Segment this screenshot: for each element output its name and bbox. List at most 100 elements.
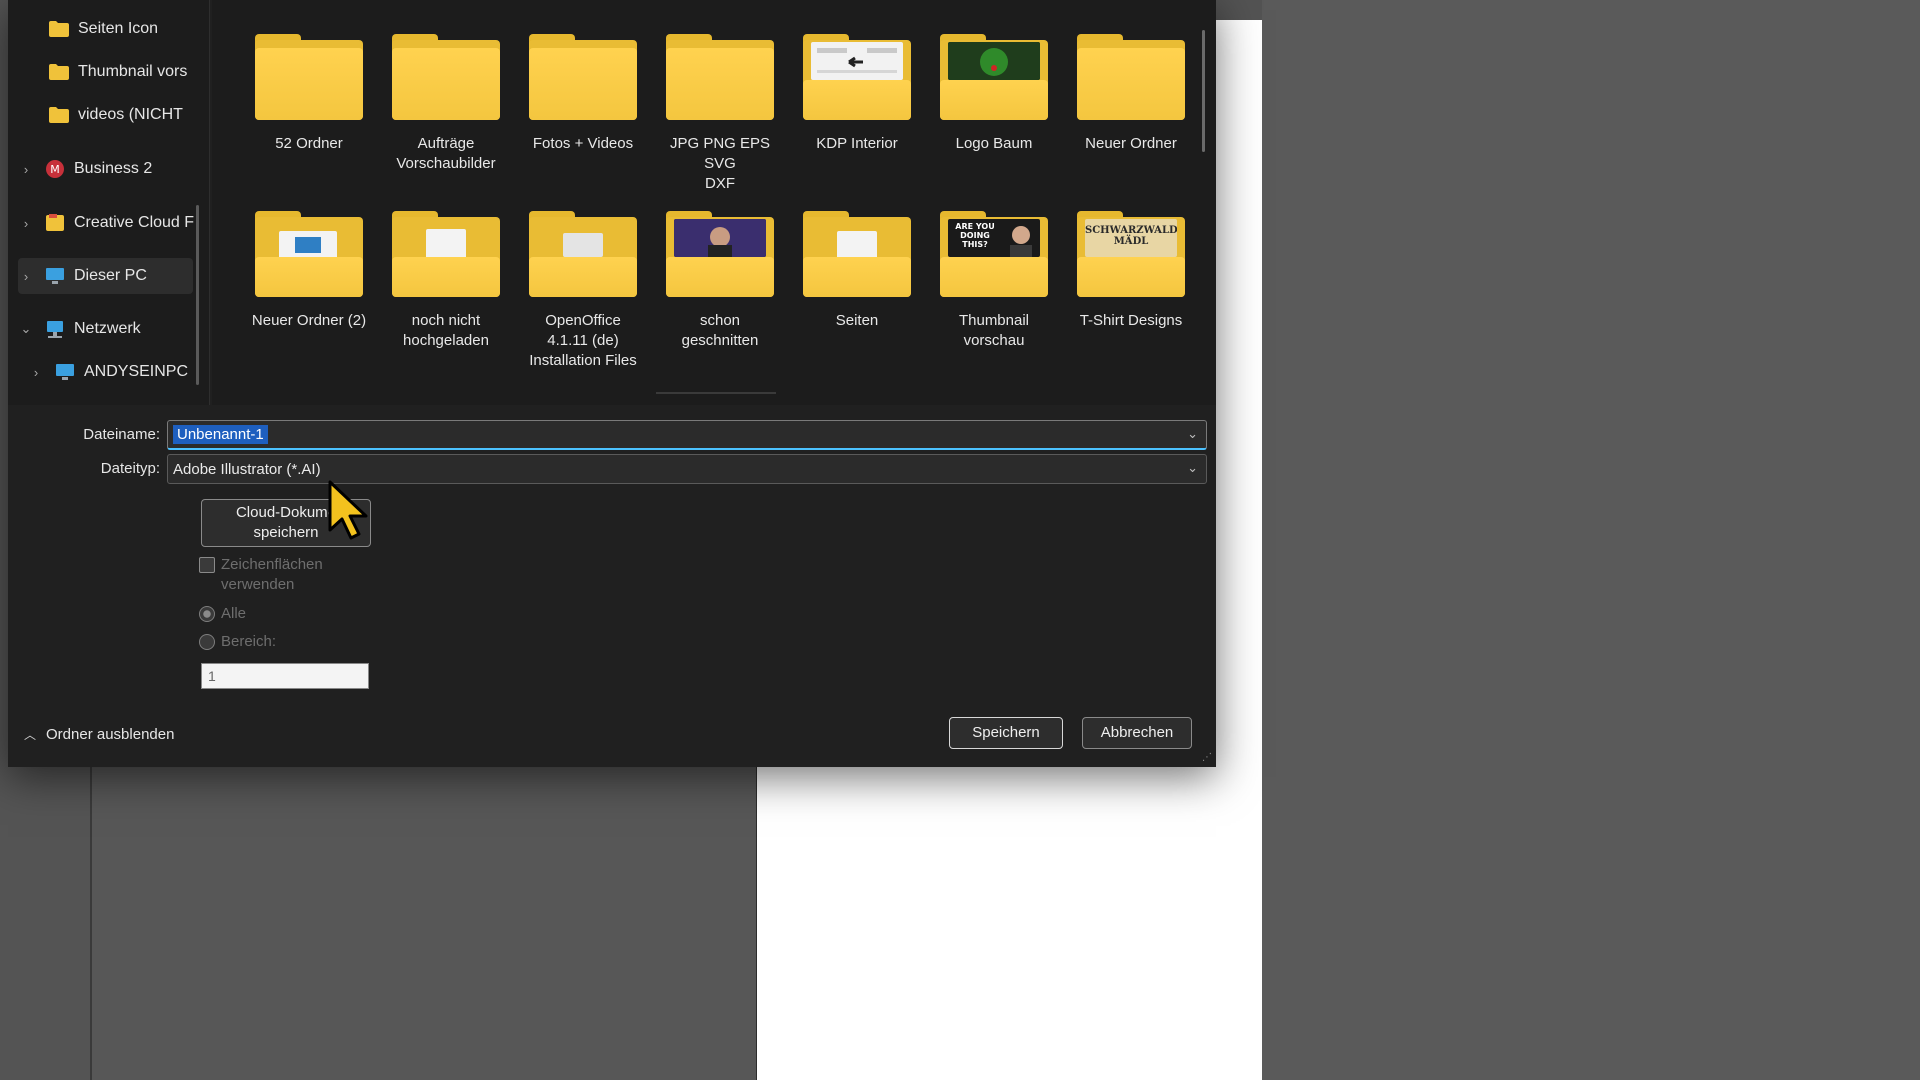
nav-item-creative-cloud[interactable]: › Creative Cloud F <box>18 205 198 241</box>
chevron-right-icon[interactable]: › <box>28 365 44 380</box>
document-thumbnail <box>811 42 903 80</box>
folder-icon <box>529 34 637 120</box>
nav-scrollbar[interactable] <box>196 205 199 385</box>
thumbnail-text: ARE YOU DOING THIS? <box>955 222 995 249</box>
filetype-label: Dateityp: <box>100 460 160 477</box>
folder-item[interactable]: Fotos + Videos <box>519 34 647 154</box>
nav-item-dieser-pc[interactable]: › Dieser PC <box>18 258 193 294</box>
paper-thumbnail <box>426 229 466 259</box>
nav-item-netzwerk[interactable]: ⌄ Netzwerk <box>18 311 198 347</box>
hide-folders-label: Ordner ausblenden <box>46 726 175 743</box>
folder-item[interactable]: SCHWARZWALD MÄDL T-Shirt Designs <box>1067 211 1195 331</box>
nav-item-thumbnail-vorschau[interactable]: Thumbnail vors <box>22 54 202 90</box>
folder-icon: ARE YOU DOING THIS? <box>940 211 1048 297</box>
nav-item-label: Seiten Icon <box>78 20 159 37</box>
folder-label: Seiten <box>835 312 879 329</box>
paper-thumbnail <box>837 231 877 259</box>
chevron-down-icon[interactable]: ⌄ <box>18 321 34 337</box>
files-scrollbar[interactable] <box>1202 30 1205 152</box>
folder-icon <box>255 34 363 120</box>
nav-item-label: Netzwerk <box>74 320 141 337</box>
folder-item[interactable]: Aufträge Vorschaubilder <box>382 34 510 174</box>
folder-icon <box>1077 34 1185 120</box>
nav-item-label: Creative Cloud F <box>74 214 195 231</box>
folder-icon <box>48 62 70 82</box>
image-thumbnail <box>948 42 1040 80</box>
folder-icon <box>48 19 70 39</box>
range-radio[interactable] <box>199 634 215 650</box>
artboards-option[interactable]: Zeichenflächen verwenden <box>199 555 399 595</box>
save-button[interactable]: Speichern <box>949 717 1063 749</box>
folder-item[interactable]: schon geschnitten <box>656 211 784 351</box>
folder-item[interactable]: Neuer Ordner <box>1067 34 1195 154</box>
folder-item[interactable]: ARE YOU DOING THIS? Thumbnail vorschau <box>930 211 1058 351</box>
folder-icon: SCHWARZWALD MÄDL <box>1077 211 1185 297</box>
folder-item[interactable]: Neuer Ordner (2) <box>245 211 373 331</box>
all-radio[interactable] <box>199 606 215 622</box>
chevron-right-icon[interactable]: › <box>18 216 34 231</box>
filename-value: Unbenannt-1 <box>173 425 268 444</box>
filetype-select[interactable]: Adobe Illustrator (*.AI) ⌄ <box>167 454 1207 484</box>
folder-icon <box>803 211 911 297</box>
paper-thumbnail <box>563 233 603 257</box>
folder-label: 52 Ordner <box>275 135 343 152</box>
range-option[interactable]: Bereich: <box>199 632 276 652</box>
folder-label: T-Shirt Designs <box>1079 312 1183 329</box>
nav-item-seiten-icon[interactable]: Seiten Icon <box>22 11 202 47</box>
video-thumbnail <box>674 219 766 257</box>
thumbnail-text: SCHWARZWALD MÄDL <box>1085 225 1177 247</box>
nav-item-videos[interactable]: videos (NICHT <box>22 97 202 133</box>
chevron-down-icon[interactable]: ⌄ <box>1187 460 1198 476</box>
folder-item[interactable]: Seiten <box>793 211 921 331</box>
range-input[interactable]: 1 <box>201 663 369 689</box>
folder-item[interactable]: Logo Baum <box>930 34 1058 154</box>
folder-icon <box>803 34 911 120</box>
horizontal-scroll-indicator[interactable] <box>656 392 776 394</box>
svg-text:M: M <box>50 163 60 176</box>
folder-label: Aufträge Vorschaubilder <box>396 135 496 172</box>
filetype-value: Adobe Illustrator (*.AI) <box>173 460 321 478</box>
creative-cloud-folder-icon <box>44 213 66 233</box>
folder-item[interactable]: JPG PNG EPS SVG DXF <box>656 34 784 194</box>
folder-label: Neuer Ordner (2) <box>251 312 367 329</box>
folder-item[interactable]: OpenOffice 4.1.11 (de) Installation File… <box>519 211 647 371</box>
folder-label: OpenOffice 4.1.11 (de) Installation File… <box>529 312 637 369</box>
navigation-pane: Seiten Icon Thumbnail vors videos (NICHT… <box>8 0 210 405</box>
cancel-button[interactable]: Abbrechen <box>1082 717 1192 749</box>
nav-item-label: videos (NICHT <box>78 106 183 123</box>
folder-label: noch nicht hochgeladen <box>403 312 489 349</box>
nav-item-andyseinpc[interactable]: › ANDYSEINPC <box>28 354 200 390</box>
hide-folders-toggle[interactable]: ︿ Ordner ausblenden <box>24 726 174 743</box>
video-thumbnail: ARE YOU DOING THIS? <box>948 219 1040 257</box>
chevron-down-icon[interactable]: ⌄ <box>1187 426 1198 442</box>
folder-icon <box>666 211 774 297</box>
workspace-right-area <box>1262 0 1920 1080</box>
folder-label: Fotos + Videos <box>532 135 634 152</box>
filename-input[interactable]: Unbenannt-1 ⌄ <box>167 420 1207 450</box>
mouse-cursor-icon <box>328 480 368 540</box>
folder-icon <box>392 34 500 120</box>
folder-item[interactable]: KDP Interior <box>793 34 921 154</box>
folder-label: KDP Interior <box>816 135 898 152</box>
design-thumbnail: SCHWARZWALD MÄDL <box>1085 219 1177 257</box>
chevron-right-icon[interactable]: › <box>18 162 34 177</box>
folder-icon <box>255 211 363 297</box>
artboards-label: Zeichenflächen verwenden <box>221 556 323 593</box>
folder-icon <box>48 105 70 125</box>
artboards-checkbox[interactable] <box>199 557 215 573</box>
files-pane: 52 Ordner Aufträge Vorschaubilder Fotos … <box>212 0 1216 405</box>
folder-label: schon geschnitten <box>681 312 759 349</box>
nav-item-label: Thumbnail vors <box>78 63 188 80</box>
range-label: Bereich: <box>221 633 277 650</box>
folder-icon <box>666 34 774 120</box>
network-icon <box>44 319 66 339</box>
all-option[interactable]: Alle <box>199 604 246 624</box>
folder-label: JPG PNG EPS SVG DXF <box>669 135 771 192</box>
chevron-right-icon[interactable]: › <box>18 269 34 284</box>
folder-icon <box>529 211 637 297</box>
nav-item-business-2[interactable]: › M Business 2 <box>18 151 198 187</box>
resize-grip-icon[interactable]: ⋰ <box>1202 753 1212 763</box>
business-icon: M <box>44 159 66 179</box>
folder-item[interactable]: noch nicht hochgeladen <box>382 211 510 351</box>
folder-item[interactable]: 52 Ordner <box>245 34 373 154</box>
